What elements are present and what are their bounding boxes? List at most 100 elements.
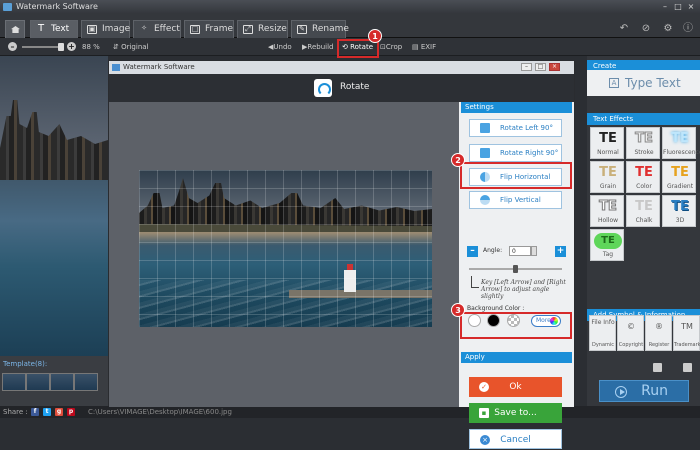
type-text-button[interactable]: A Type Text (587, 70, 700, 96)
effect-tag[interactable]: TE Tag (590, 229, 624, 261)
dialog-title: Watermark Software (123, 63, 195, 71)
text-icon: T (37, 23, 45, 34)
angle-spinner[interactable] (531, 246, 537, 256)
home-icon[interactable] (5, 20, 25, 38)
rotate-left-button[interactable]: Rotate Left 90° (469, 119, 562, 137)
template-thumbnail[interactable] (2, 373, 26, 391)
ok-highlight-box (460, 312, 572, 339)
close-icon[interactable]: × (549, 63, 560, 71)
original-size-button[interactable]: ⇵ Original (113, 41, 149, 53)
original-label: Original (121, 43, 149, 51)
effect-hollow[interactable]: TE Hollow (590, 195, 624, 227)
rotate-right-button[interactable]: Rotate Right 90° (469, 144, 562, 162)
exif-button[interactable]: ▤ EXIF (412, 41, 436, 53)
save-icon: ▪ (479, 408, 489, 418)
file-path: C:\Users\VIMAGE\Desktop\IMAGE\600.jpg (88, 408, 232, 416)
undo-button[interactable]: ◀Undo (268, 41, 292, 53)
twitter-icon[interactable]: t (43, 408, 51, 416)
template-thumbnail[interactable] (74, 373, 98, 391)
tab-effect[interactable]: ✧ Effect (133, 20, 181, 38)
effect-label: 3D (675, 217, 685, 224)
tab-image[interactable]: ▣ Image (81, 20, 130, 38)
rotate-canvas (109, 102, 459, 407)
tab-rename[interactable]: ✎ Rename (291, 20, 349, 38)
photo-preview[interactable] (139, 170, 432, 327)
tab-text[interactable]: T Text (30, 20, 78, 38)
save-icon[interactable] (653, 363, 662, 372)
ok-button[interactable]: ✓ Ok (469, 377, 562, 397)
crop-button[interactable]: ⊡Crop (380, 41, 402, 53)
callout-badge: 3 (451, 303, 465, 317)
effect-3d[interactable]: TE 3D (662, 195, 696, 227)
effect-label: Tag (602, 251, 614, 258)
maximize-icon[interactable]: □ (535, 63, 546, 71)
facebook-icon[interactable]: f (31, 408, 39, 416)
app-title-bar: Watermark Software – □ × (0, 0, 700, 14)
angle-decrease-button[interactable]: – (467, 246, 478, 257)
pinterest-icon[interactable]: p (67, 408, 75, 416)
dialog-heading: Rotate (340, 82, 370, 92)
tab-frame[interactable]: □ Frame (184, 20, 234, 38)
frame-icon: □ (190, 25, 200, 34)
template-label: Template(8): (3, 360, 48, 368)
minimize-icon[interactable]: – (660, 2, 670, 11)
effect-label: Chalk (635, 217, 653, 224)
tab-label: Effect (154, 24, 180, 34)
cancel-icon: × (480, 435, 490, 445)
angle-label: Angle: (483, 247, 503, 254)
info-icon[interactable]: ⓘ (678, 20, 698, 38)
settings-icon[interactable]: ⚙ (658, 20, 678, 38)
effect-color[interactable]: TE Color (626, 161, 660, 193)
google-plus-icon[interactable]: g (55, 408, 63, 416)
effect-chalk[interactable]: TE Chalk (626, 195, 660, 227)
rotate-right-label: Rotate Right 90° (500, 149, 559, 157)
angle-input[interactable] (509, 246, 531, 256)
app-title: Watermark Software (16, 2, 98, 11)
rebuild-button[interactable]: ▶Rebuild (302, 41, 333, 53)
dialog-header: Rotate (109, 74, 574, 102)
right-panel: Create A Type Text Text Effects TE Normal… (587, 56, 700, 406)
symbol-copyright[interactable]: © Copyright (617, 315, 644, 351)
exif-icon: ▤ (412, 43, 421, 51)
rotate-right-icon (480, 148, 490, 158)
zoom-in-icon[interactable]: + (67, 42, 76, 51)
symbol-dynamic[interactable]: File Info Dynamic (589, 315, 616, 351)
export-icon[interactable] (683, 363, 692, 372)
undo-history-icon[interactable]: ↶ (614, 20, 634, 38)
template-thumbnail[interactable] (26, 373, 50, 391)
tab-label: Frame (205, 24, 234, 34)
run-label: Run (641, 383, 668, 399)
maximize-icon[interactable]: □ (673, 2, 683, 11)
run-button[interactable]: Run (599, 380, 689, 402)
tab-resize[interactable]: ⤢ Resize (237, 20, 288, 38)
cancel-button[interactable]: × Cancel (469, 429, 562, 449)
effect-gradient[interactable]: TE Gradient (662, 161, 696, 193)
effect-grain[interactable]: TE Grain (590, 161, 624, 193)
angle-increase-button[interactable]: + (555, 246, 566, 257)
effect-fluorescence[interactable]: TE Fluorescence (662, 127, 700, 159)
symbol-label: Trademark (674, 342, 700, 348)
effect-glyph: TE (671, 131, 689, 146)
symbol-trademark[interactable]: TM Trademark (673, 315, 700, 351)
zoom-out-icon[interactable]: – (8, 42, 17, 51)
settings-panel: Settings Rotate Left 90° Rotate Right 90… (459, 102, 574, 449)
angle-slider[interactable] (469, 265, 562, 273)
effect-label: Hollow (597, 217, 619, 224)
zoom-slider[interactable] (22, 43, 64, 51)
callout-badge: 1 (368, 29, 382, 43)
flip-vertical-button[interactable]: Flip Vertical (469, 191, 562, 209)
symbol-label: Register (648, 342, 670, 348)
symbol-register[interactable]: ® Register (645, 315, 672, 351)
minimize-icon[interactable]: – (521, 63, 532, 71)
effect-stroke[interactable]: TE Stroke (626, 127, 660, 159)
effect-glyph: TE (599, 165, 617, 180)
undo-label: Undo (273, 43, 292, 51)
dialog-title-bar: Watermark Software – □ × (109, 61, 574, 74)
copyright-icon: © (627, 322, 635, 331)
ok-label: Ok (509, 382, 522, 392)
save-to-button[interactable]: ▪ Save to... (469, 403, 562, 423)
template-thumbnail[interactable] (50, 373, 74, 391)
clear-icon[interactable]: ⊘ (636, 20, 656, 38)
close-icon[interactable]: × (686, 2, 696, 11)
effect-normal[interactable]: TE Normal (590, 127, 624, 159)
